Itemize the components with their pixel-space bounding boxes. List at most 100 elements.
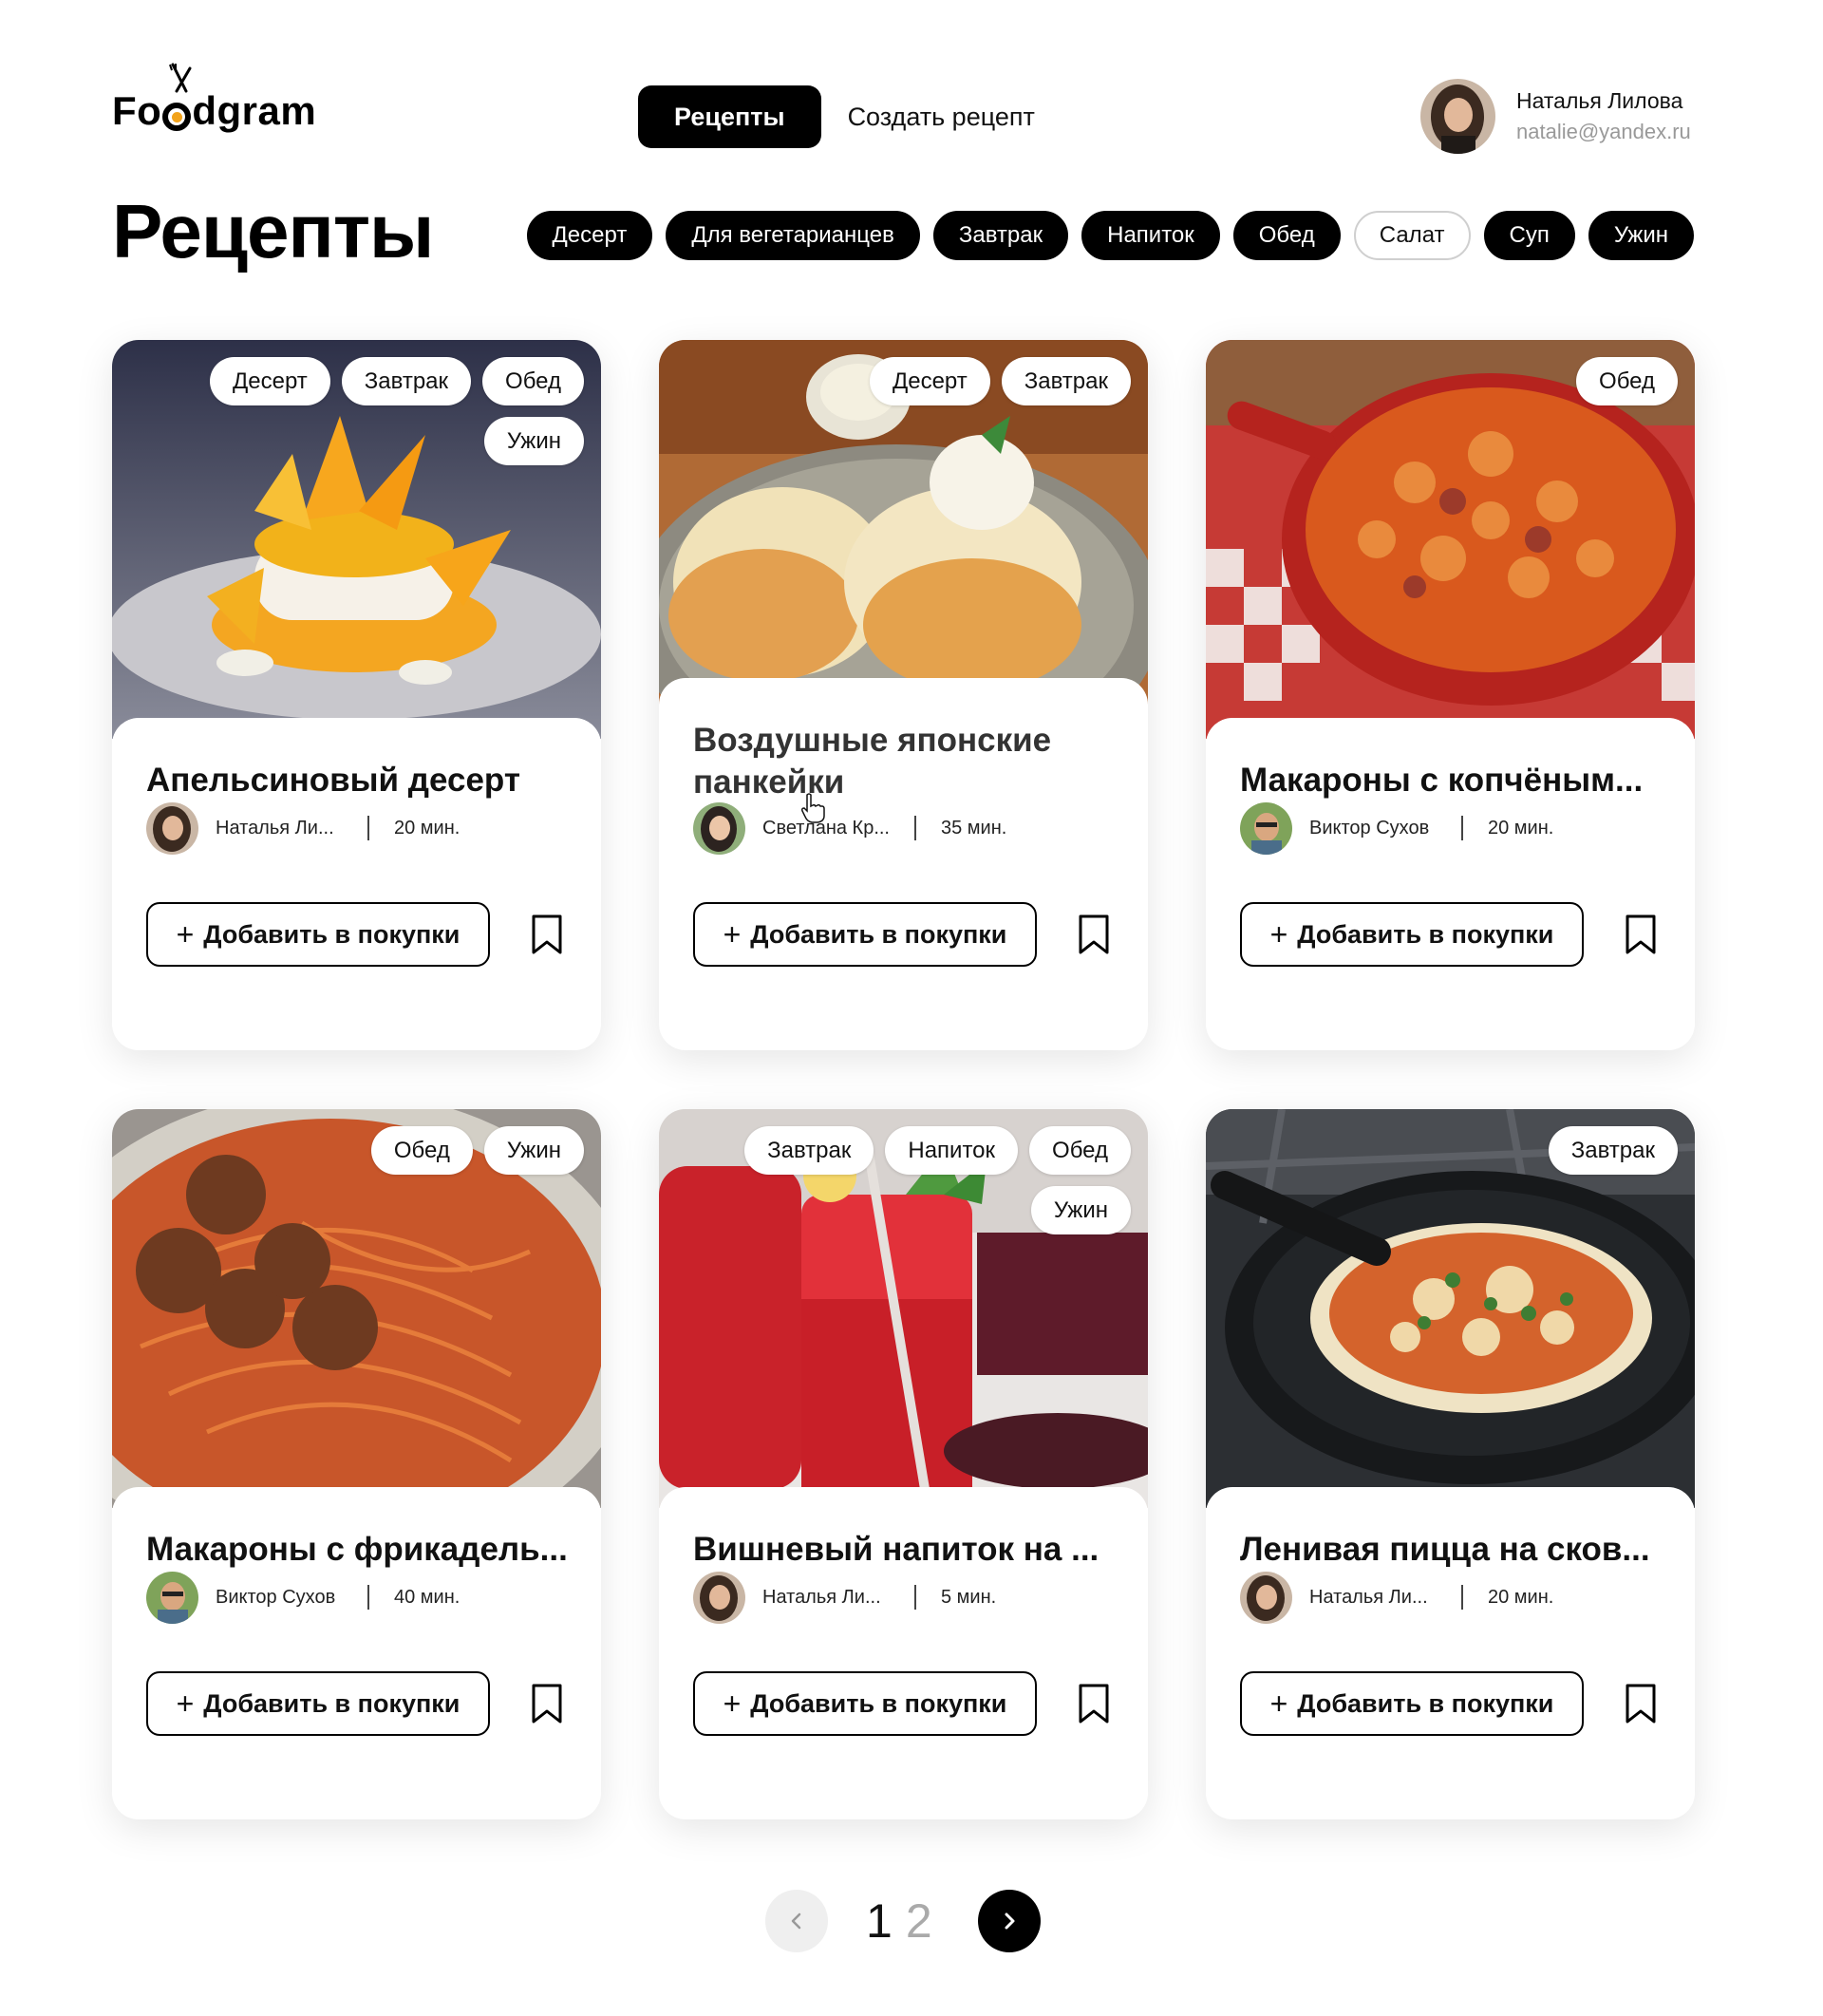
user-profile[interactable]: Наталья Лилова natalie@yandex.ru <box>1420 79 1691 154</box>
bookmark-icon[interactable] <box>530 1683 564 1724</box>
recipe-card[interactable]: Завтрак Ленивая пицца на сков... Наталья… <box>1206 1109 1695 1819</box>
recipe-tags: Завтрак <box>1279 1126 1678 1175</box>
recipe-tags: Десерт Завтрак <box>732 357 1131 405</box>
recipe-tag[interactable]: Обед <box>482 357 584 405</box>
add-to-shopping-label: Добавить в покупки <box>1297 919 1554 949</box>
add-to-shopping-button[interactable]: + Добавить в покупки <box>1240 902 1584 967</box>
add-to-shopping-button[interactable]: + Добавить в покупки <box>1240 1671 1584 1736</box>
author-name[interactable]: Виктор Сухов <box>216 1587 367 1609</box>
filter-soup[interactable]: Суп <box>1483 211 1575 260</box>
hand-cursor-icon <box>801 793 825 823</box>
recipe-title[interactable]: Макароны с копчёным... <box>1240 760 1667 801</box>
recipe-tag[interactable]: Ужин <box>1030 1186 1131 1234</box>
recipe-card[interactable]: Десерт Завтрак Обед Ужин Апельсиновый де… <box>112 340 601 1050</box>
filter-salad[interactable]: Салат <box>1353 211 1471 260</box>
recipe-meta: Светлана Кр... 35 мин. <box>693 801 1006 855</box>
author-name[interactable]: Наталья Ли... <box>1309 1587 1461 1609</box>
cook-time: 20 мин. <box>1488 1586 1554 1608</box>
recipe-card-body: Апельсиновый десерт <box>112 718 601 1050</box>
recipe-card-body: Ленивая пицца на сков... <box>1206 1487 1695 1819</box>
meta-divider <box>914 816 916 840</box>
plus-icon: + <box>723 917 742 951</box>
recipe-card[interactable]: Десерт Завтрак Воздушные японские панкей… <box>659 340 1148 1050</box>
nav-recipes-button[interactable]: Рецепты <box>638 85 821 148</box>
author-name[interactable]: Виктор Сухов <box>1309 818 1461 839</box>
filter-vegetarian[interactable]: Для вегетарианцев <box>666 211 920 260</box>
recipe-tag[interactable]: Завтрак <box>744 1126 874 1175</box>
author-name[interactable]: Наталья Ли... <box>216 818 367 839</box>
add-to-shopping-label: Добавить в покупки <box>203 919 460 949</box>
author-name[interactable]: Светлана Кр... <box>762 818 914 839</box>
page-number-1[interactable]: 1 <box>866 1894 893 1949</box>
add-to-shopping-button[interactable]: + Добавить в покупки <box>146 902 490 967</box>
add-to-shopping-label: Добавить в покупки <box>750 1688 1007 1718</box>
main-nav: Рецепты Создать рецепт <box>638 85 1035 148</box>
author-avatar[interactable] <box>146 801 198 855</box>
next-page-button[interactable] <box>977 1890 1041 1952</box>
page-number-2[interactable]: 2 <box>906 1894 932 1949</box>
recipe-tag[interactable]: Ужин <box>483 1126 584 1175</box>
recipe-title[interactable]: Воздушные японские панкейки <box>693 720 1120 803</box>
author-avatar[interactable] <box>693 1571 745 1624</box>
meta-divider <box>367 816 369 840</box>
recipe-card-body: Макароны с фрикадель... <box>112 1487 601 1819</box>
author-avatar[interactable] <box>1240 801 1292 855</box>
meta-divider <box>1461 1585 1463 1610</box>
recipe-tag[interactable]: Ужин <box>483 417 584 465</box>
recipe-tag[interactable]: Обед <box>370 1126 473 1175</box>
chevron-right-icon <box>1005 1912 1015 1930</box>
author-avatar[interactable] <box>1240 1571 1292 1624</box>
add-to-shopping-button[interactable]: + Добавить в покупки <box>693 1671 1037 1736</box>
add-to-shopping-button[interactable]: + Добавить в покупки <box>693 902 1037 967</box>
filter-lunch[interactable]: Обед <box>1232 211 1341 260</box>
filter-dinner[interactable]: Ужин <box>1588 211 1694 260</box>
meta-divider <box>914 1585 916 1610</box>
recipe-card-body: Вишневый напиток на ... <box>659 1487 1148 1819</box>
bookmark-icon[interactable] <box>1077 1683 1111 1724</box>
recipe-title[interactable]: Вишневый напиток на ... <box>693 1529 1120 1571</box>
nav-create-recipe-link[interactable]: Создать рецепт <box>848 103 1035 132</box>
cook-time: 20 мин. <box>1488 817 1554 838</box>
recipe-tag[interactable]: Завтрак <box>1548 1126 1678 1175</box>
user-email: natalie@yandex.ru <box>1516 120 1691 143</box>
bookmark-icon[interactable] <box>1624 1683 1658 1724</box>
meta-divider <box>1461 816 1463 840</box>
recipe-title[interactable]: Апельсиновый десерт <box>146 760 573 801</box>
recipe-tag[interactable]: Напиток <box>885 1126 1019 1175</box>
page-title: Рецепты <box>112 189 434 273</box>
recipe-tag[interactable]: Завтрак <box>341 357 472 405</box>
avatar[interactable] <box>1420 79 1495 154</box>
recipe-title[interactable]: Ленивая пицца на сков... <box>1240 1529 1667 1571</box>
logo[interactable]: Fo dgram <box>112 63 317 133</box>
recipe-meta: Наталья Ли... 5 мин. <box>693 1571 996 1624</box>
logo-text-right: dgram <box>192 88 317 133</box>
recipe-tag[interactable]: Десерт <box>869 357 990 405</box>
header: Fo dgram Рецепты Создать рецепт Наталья … <box>0 0 1823 180</box>
recipe-card[interactable]: Обед Ужин Макароны с фрикадель... Виктор… <box>112 1109 601 1819</box>
recipe-meta: Виктор Сухов 20 мин. <box>1240 801 1553 855</box>
logo-egg-icon <box>162 103 192 131</box>
author-name[interactable]: Наталья Ли... <box>762 1587 914 1609</box>
bookmark-icon[interactable] <box>530 914 564 955</box>
recipe-tag[interactable]: Завтрак <box>1001 357 1131 405</box>
author-avatar[interactable] <box>693 801 745 855</box>
filter-breakfast[interactable]: Завтрак <box>932 211 1069 260</box>
recipe-tag[interactable]: Десерт <box>210 357 330 405</box>
recipe-tag[interactable]: Обед <box>1029 1126 1131 1175</box>
fork-knife-icon <box>169 63 192 93</box>
author-avatar[interactable] <box>146 1571 198 1624</box>
filter-drink[interactable]: Напиток <box>1081 211 1220 260</box>
filter-dessert[interactable]: Десерт <box>526 211 653 260</box>
recipe-tag[interactable]: Обед <box>1576 357 1678 405</box>
add-to-shopping-button[interactable]: + Добавить в покупки <box>146 1671 490 1736</box>
bookmark-icon[interactable] <box>1624 914 1658 955</box>
recipe-card[interactable]: Обед Макароны с копчёным... Виктор Сухов… <box>1206 340 1695 1050</box>
recipe-title[interactable]: Макароны с фрикадель... <box>146 1529 573 1571</box>
recipe-card[interactable]: Завтрак Напиток Обед Ужин Вишневый напит… <box>659 1109 1148 1819</box>
cook-time: 20 мин. <box>394 817 460 838</box>
recipe-tags: Завтрак Напиток Обед Ужин <box>732 1126 1131 1234</box>
recipe-tags: Десерт Завтрак Обед Ужин <box>185 357 584 465</box>
bookmark-icon[interactable] <box>1077 914 1111 955</box>
prev-page-button[interactable] <box>765 1890 828 1952</box>
pagination: 1 2 <box>765 1890 1041 1952</box>
